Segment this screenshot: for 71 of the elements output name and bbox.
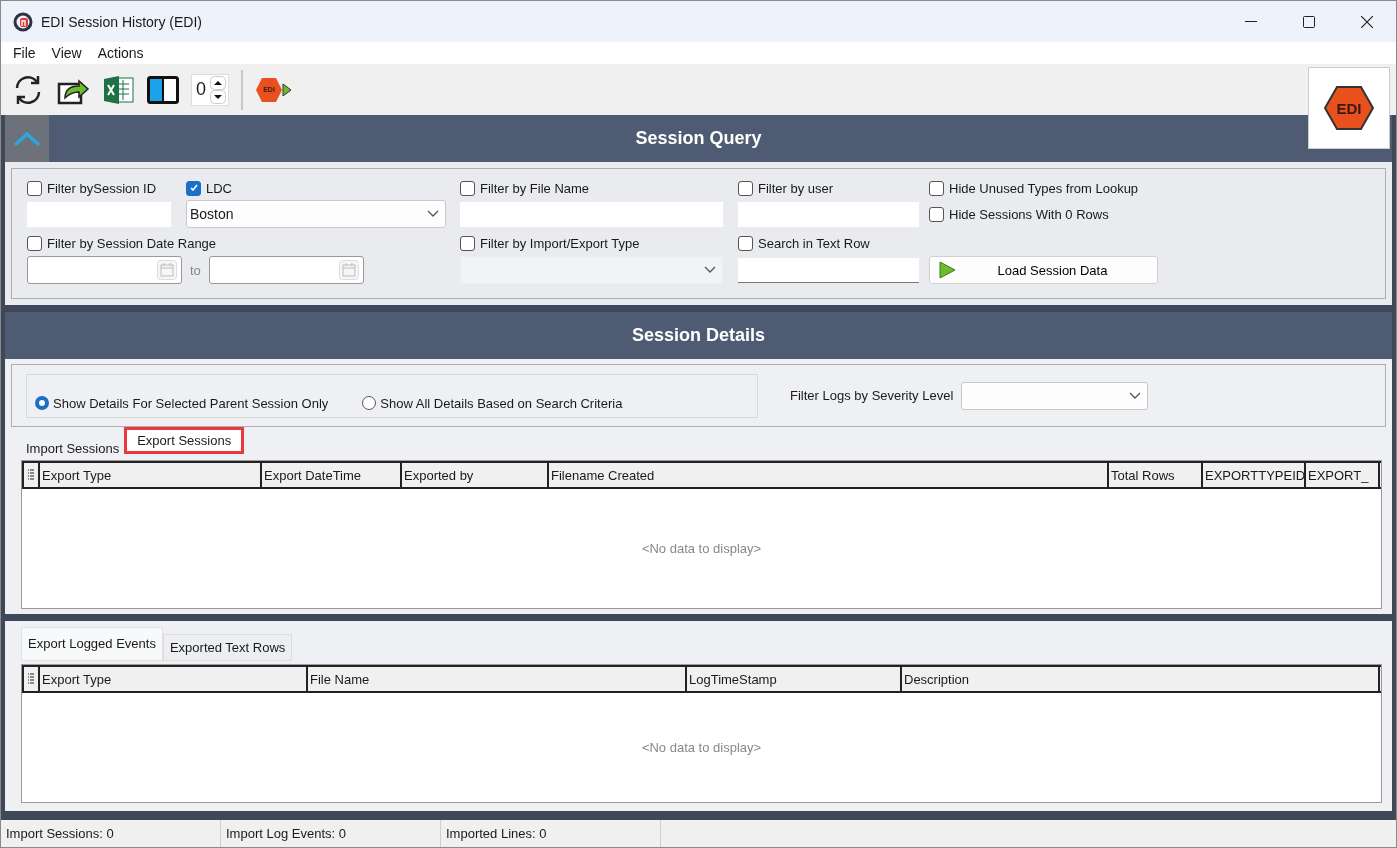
maximize-icon [1303, 15, 1315, 28]
empty-message: <No data to display> [641, 740, 762, 755]
status-text: Import Log Events: 0 [221, 820, 441, 847]
radio-button[interactable] [35, 396, 49, 410]
tab[interactable]: Export Logged Events [21, 627, 163, 661]
severity-label: Filter Logs by Severity Level [790, 388, 954, 403]
radio-label: Show All Details Based on Search Criteria [380, 395, 623, 411]
checkbox-label: Search in Text Row [758, 235, 870, 251]
checkbox-label: Filter by user [758, 180, 834, 196]
column-header[interactable]: Export Type [40, 667, 308, 691]
checkbox[interactable] [738, 180, 753, 196]
column-header[interactable]: EXPORTTYPEID [1203, 463, 1306, 487]
status-text: Import Sessions: 0 [1, 820, 221, 847]
checkbox-label: Filter by Import/Export Type [480, 235, 640, 251]
minimize-icon [1245, 20, 1257, 23]
checkbox[interactable] [27, 180, 42, 196]
dropdown-caret-icon [427, 210, 439, 218]
ldc-dropdown[interactable]: Boston [186, 200, 446, 228]
load-session-data-button[interactable]: Load Session Data [929, 256, 1158, 284]
radio-label: Show Details For Selected Parent Session Only [53, 395, 329, 411]
column-chooser-icon[interactable] [27, 468, 35, 482]
column-header[interactable]: Description [902, 667, 1380, 691]
play-icon [938, 261, 956, 279]
checkbox[interactable] [27, 235, 42, 251]
number-spinner[interactable]: 0 [191, 73, 229, 106]
column-chooser-icon[interactable] [27, 672, 35, 686]
column-header[interactable]: LogTimeStamp [687, 667, 902, 691]
chevron-up-icon [13, 130, 41, 147]
checkbox[interactable] [929, 206, 944, 222]
column-header[interactable]: Exported by [402, 463, 549, 487]
menu-item[interactable]: View [43, 45, 90, 61]
tab[interactable]: Exported Text Rows [162, 634, 293, 661]
window-title: EDI Session History (EDI) [41, 13, 204, 30]
column-header[interactable]: Export DateTime [262, 463, 402, 487]
spinner-arrows-icon[interactable] [210, 75, 226, 104]
menu-item[interactable]: File [5, 45, 44, 61]
checkbox[interactable] [929, 180, 944, 196]
status-text: Imported Lines: 0 [441, 820, 661, 847]
date-to-field[interactable] [208, 256, 364, 284]
checkbox-label: Hide Unused Types from Lookup [949, 180, 1139, 196]
column-header[interactable]: EXPORT_ [1306, 463, 1380, 487]
excel-button[interactable] [103, 74, 135, 105]
checkbox-label: Hide Sessions With 0 Rows [949, 206, 1109, 222]
date-from-field[interactable] [27, 256, 182, 284]
edi-logo: EDI [1308, 67, 1390, 149]
column-header[interactable]: File Name [308, 667, 687, 691]
section-title: Session Details [630, 325, 767, 346]
section-title: Session Query [634, 128, 763, 149]
checkbox-label: Filter by Session Date Range [47, 235, 217, 251]
column-header[interactable]: Total Rows [1109, 463, 1203, 487]
tab[interactable]: Export Sessions [124, 427, 245, 454]
dropdown-caret-icon [1129, 391, 1142, 400]
menu-item[interactable]: Actions [89, 45, 152, 61]
empty-message: <No data to display> [641, 541, 762, 556]
checkbox-label: Filter by File Name [480, 180, 590, 196]
checkbox-label: Filter bySession ID [47, 180, 157, 196]
dropdown-caret-icon [704, 266, 716, 274]
date-range-separator: to [190, 262, 201, 278]
checkbox[interactable] [460, 180, 475, 196]
text-row-input[interactable] [738, 257, 919, 283]
tab[interactable]: Import Sessions [21, 437, 125, 460]
close-icon [1361, 15, 1373, 28]
column-header[interactable]: Export Type [40, 463, 262, 487]
column-header[interactable]: Filename Created [549, 463, 1109, 487]
checkbox[interactable] [738, 235, 753, 251]
app-logo-icon [13, 11, 33, 32]
layout-button[interactable] [147, 75, 179, 104]
checkbox[interactable] [186, 180, 201, 196]
radio-button[interactable] [362, 396, 377, 410]
checkmark-icon [188, 183, 199, 193]
checkbox-label: LDC [206, 180, 232, 196]
